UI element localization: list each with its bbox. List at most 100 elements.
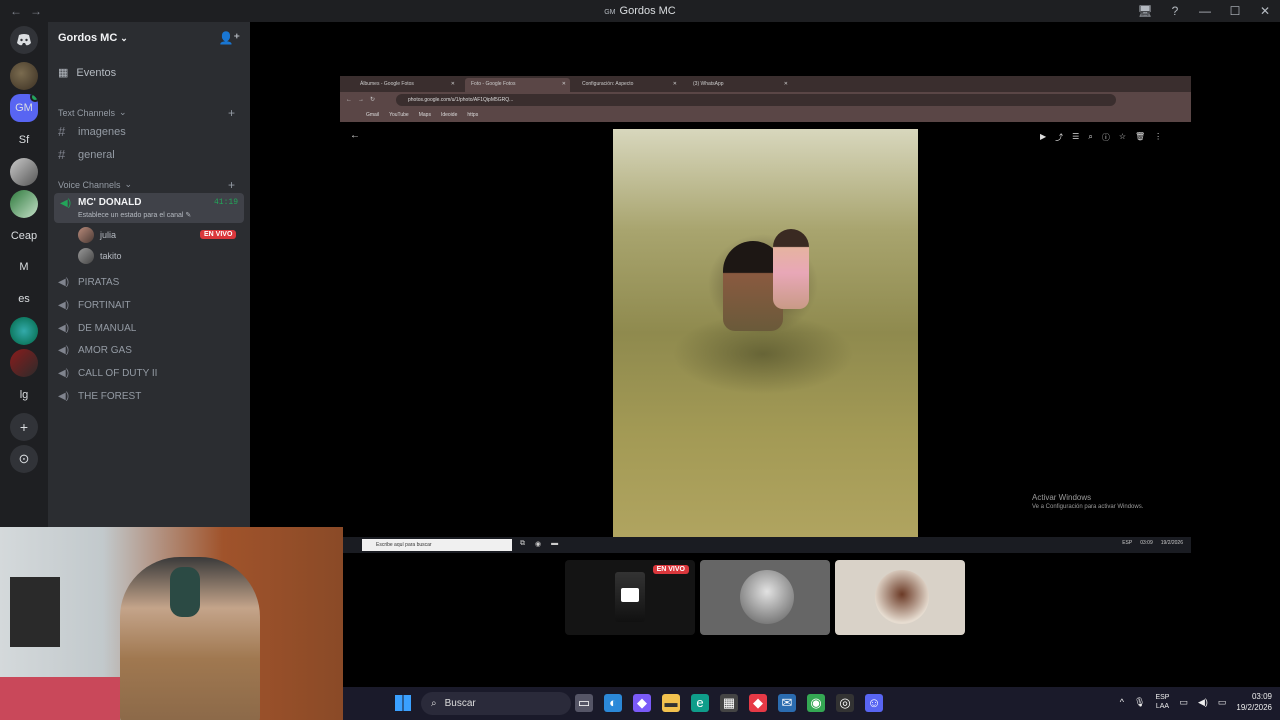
browser-tab[interactable]: Álbumes - Google Fotos ✕	[354, 78, 459, 92]
voice-channel-call-of-duty[interactable]: ◀) CALL OF DUTY II	[58, 368, 157, 379]
bookmark[interactable]: Ideoide	[441, 112, 457, 118]
app-icon[interactable]: ◆	[633, 694, 651, 712]
participant-tile[interactable]	[835, 560, 965, 635]
close-icon[interactable]: ✕	[673, 81, 677, 87]
add-channel-icon[interactable]: +	[228, 106, 235, 120]
server-icon-lg[interactable]: lg	[10, 381, 38, 409]
forward-arrow-icon[interactable]: →	[30, 4, 42, 18]
channel-label: DE MANUAL	[78, 323, 137, 334]
server-icon[interactable]	[10, 190, 38, 218]
taskbar-search[interactable]: ⌕ Buscar	[421, 692, 571, 715]
channel-status[interactable]: Establece un estado para el canal ✎	[78, 211, 191, 219]
server-icon-es[interactable]: es	[10, 285, 38, 313]
voice-channel-the-forest[interactable]: ◀) THE FOREST	[58, 391, 141, 402]
browser-nav-icons[interactable]: ←→↻	[346, 96, 381, 103]
speaker-icon: ◀)	[58, 391, 70, 402]
server-icon[interactable]	[10, 349, 38, 377]
channel-label: general	[78, 148, 115, 161]
network-icon[interactable]: ▭	[1179, 697, 1188, 708]
inbox-icon[interactable]: 🖥	[1130, 4, 1160, 18]
info-icon[interactable]: ⓘ	[1102, 132, 1110, 143]
file-explorer-icon[interactable]: ▭	[575, 694, 593, 712]
screen-share[interactable]: Álbumes - Google Fotos ✕ Foto - Google Fo…	[340, 76, 1191, 553]
server-icon-m[interactable]: M	[10, 253, 38, 281]
maximize-button[interactable]: ☐	[1220, 4, 1250, 18]
calendar-icon: ▦	[58, 67, 69, 79]
browser-tab-active[interactable]: Foto - Google Fotos ✕	[465, 78, 570, 92]
channel-general[interactable]: # general	[58, 147, 115, 162]
app-icon[interactable]: ◎	[836, 694, 854, 712]
bookmark[interactable]: Gmail	[366, 112, 379, 118]
voice-channel-fortinait[interactable]: ◀) FORTINAIT	[58, 300, 131, 311]
channel-imagenes[interactable]: # imagenes	[58, 124, 126, 139]
share-icon[interactable]: ⤴	[1055, 132, 1063, 143]
zoom-icon[interactable]: ⌕	[1088, 132, 1092, 143]
category-text-channels[interactable]: Text Channels ⌄ +	[58, 106, 235, 120]
close-icon[interactable]: ✕	[562, 81, 566, 87]
browser-tab[interactable]: (3) WhatsApp ✕	[687, 78, 792, 92]
clock[interactable]: 03:09 19/2/2026	[1236, 691, 1272, 713]
microphone-icon[interactable]: 🎙	[1134, 697, 1145, 708]
discord-home-icon[interactable]	[10, 26, 38, 54]
chevron-up-icon[interactable]: ^	[1120, 697, 1124, 707]
close-button[interactable]: ✕	[1250, 4, 1280, 18]
participant-tile-stream[interactable]: EN VIVO	[565, 560, 695, 635]
server-header[interactable]: Gordos MC ⌄ 👤⁺	[48, 22, 250, 54]
invite-people-icon[interactable]: 👤⁺	[219, 31, 240, 45]
speaker-icon: ◀)	[58, 277, 70, 288]
url-field[interactable]: photos.google.com/u/1/photo/AF1QipM5GRQ.…	[396, 94, 1116, 106]
battery-icon[interactable]: ▭	[1218, 697, 1227, 708]
help-icon[interactable]: ?	[1160, 4, 1190, 18]
server-icon-sf[interactable]: Sf	[10, 126, 38, 154]
close-icon[interactable]: ✕	[451, 81, 455, 87]
server-icon-ceap[interactable]: Ceap	[10, 222, 38, 250]
voice-user-julia[interactable]: julia	[78, 227, 116, 243]
voice-channel-piratas[interactable]: ◀) PIRATAS	[58, 277, 119, 288]
category-label: Text Channels	[58, 107, 116, 118]
edit-icon[interactable]: ☰	[1072, 132, 1079, 143]
back-arrow-icon[interactable]: ←	[10, 4, 22, 18]
back-arrow-icon[interactable]: ←	[350, 130, 360, 141]
participant-tile[interactable]	[700, 560, 830, 635]
bookmark[interactable]: https	[467, 112, 478, 118]
minimize-button[interactable]: —	[1190, 4, 1220, 18]
bookmark[interactable]: Maps	[419, 112, 431, 118]
language-indicator[interactable]: ESP LAA	[1155, 693, 1169, 711]
server-icon-gm[interactable]: GM	[10, 94, 38, 122]
edge-icon[interactable]: e	[691, 694, 709, 712]
events-link[interactable]: ▦ Eventos	[58, 66, 116, 80]
more-icon[interactable]: ⋮	[1154, 132, 1162, 143]
delete-icon[interactable]: 🗑	[1135, 132, 1145, 143]
webcam-overlay	[0, 527, 343, 720]
server-icon[interactable]	[10, 317, 38, 345]
task-view-icon: ⧉	[520, 540, 525, 547]
chevron-down-icon: ⌄	[124, 179, 133, 189]
volume-icon[interactable]: ◀)	[1198, 697, 1208, 708]
category-voice-channels[interactable]: Voice Channels ⌄ +	[58, 178, 235, 192]
app-icon[interactable]: ◆	[749, 694, 767, 712]
title-bar: ← → GM Gordos MC 🖥 ? — ☐ ✕	[0, 0, 1280, 22]
live-badge: EN VIVO	[652, 565, 689, 574]
voice-user-takito[interactable]: takito	[78, 248, 122, 264]
store-icon[interactable]: ▦	[720, 694, 738, 712]
voice-channel-de-manual[interactable]: ◀) DE MANUAL	[58, 323, 136, 334]
shared-date: 19/2/2026	[1160, 540, 1183, 546]
windows-start-icon[interactable]	[395, 695, 411, 711]
server-icon[interactable]	[10, 62, 38, 90]
voice-channel-amor-gas[interactable]: ◀) AMOR GAS	[58, 345, 132, 356]
slideshow-icon[interactable]: ▶	[1040, 132, 1046, 143]
close-icon[interactable]: ✕	[784, 81, 788, 87]
chrome-icon[interactable]: ◉	[807, 694, 825, 712]
discover-icon[interactable]: ⊙	[10, 445, 38, 473]
favorite-icon[interactable]: ☆	[1119, 132, 1126, 143]
mail-icon[interactable]: ✉	[778, 694, 796, 712]
browser-tab[interactable]: Configuración: Aspecto ✕	[576, 78, 681, 92]
bookmark[interactable]: YouTube	[389, 112, 409, 118]
server-icon[interactable]	[10, 158, 38, 186]
add-server-icon[interactable]: +	[10, 413, 38, 441]
discord-icon[interactable]: ☺	[865, 694, 883, 712]
voice-channel-active[interactable]: ◀) MC' DONALD 41:19 Establece un estado …	[54, 193, 244, 223]
add-channel-icon[interactable]: +	[228, 178, 235, 192]
folder-icon[interactable]: ▬	[662, 694, 680, 712]
copilot-icon[interactable]: ◐	[604, 694, 622, 712]
